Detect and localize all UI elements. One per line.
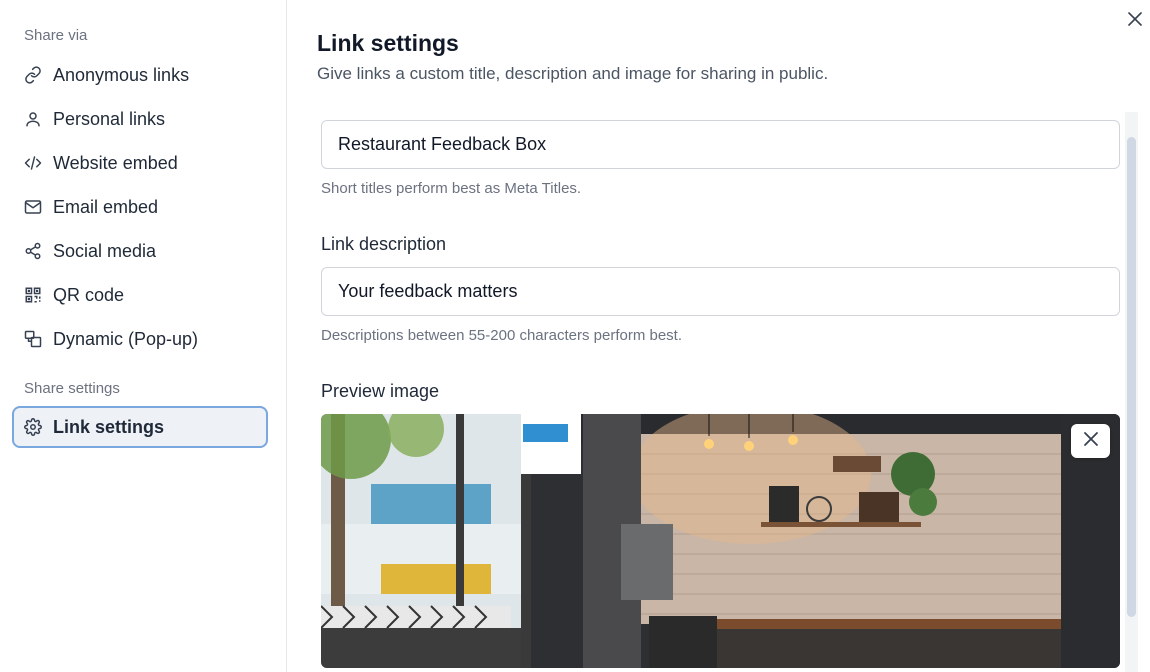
popup-icon (24, 330, 42, 348)
sidebar-item-email-embed[interactable]: Email embed (12, 186, 268, 228)
scrollbar-thumb[interactable] (1127, 137, 1136, 617)
page-subtitle: Give links a custom title, description a… (317, 64, 829, 83)
link-icon (24, 66, 42, 84)
sidebar-item-label: Website embed (53, 152, 178, 173)
user-icon (24, 110, 42, 128)
remove-image-button[interactable] (1071, 424, 1110, 458)
sidebar-item-label: Link settings (53, 416, 165, 437)
mail-icon (24, 198, 42, 216)
share-icon (24, 242, 42, 260)
link-description-hint: Descriptions between 55-200 characters p… (321, 327, 683, 344)
preview-image-label: Preview image (321, 381, 440, 401)
sidebar-item-link-settings[interactable]: Link settings (12, 406, 268, 448)
qr-code-icon (24, 286, 42, 304)
link-settings-panel: Link settings Give links a custom title,… (288, 0, 1150, 672)
sidebar-item-label: Anonymous links (53, 64, 190, 85)
link-title-input[interactable] (321, 120, 1120, 169)
link-title-hint: Short titles perform best as Meta Titles… (321, 180, 582, 197)
link-description-input[interactable] (321, 267, 1120, 316)
sidebar-item-anonymous-links[interactable]: Anonymous links (12, 54, 268, 96)
code-icon (24, 154, 42, 172)
share-sidebar: Share via Anonymous links Personal links… (0, 0, 287, 672)
sidebar-item-label: Personal links (53, 108, 166, 129)
close-icon (1083, 431, 1099, 452)
share-via-heading: Share via (24, 27, 88, 44)
sidebar-item-label: Dynamic (Pop-up) (53, 328, 199, 349)
sidebar-item-label: Social media (53, 240, 157, 261)
preview-image-photo (321, 414, 1120, 668)
sidebar-item-label: QR code (53, 284, 125, 305)
page-title: Link settings (317, 30, 459, 56)
sidebar-item-label: Email embed (53, 196, 159, 217)
sidebar-item-dynamic-popup[interactable]: Dynamic (Pop-up) (12, 318, 268, 360)
preview-image (321, 414, 1120, 668)
close-button[interactable] (1126, 11, 1144, 31)
sidebar-item-social-media[interactable]: Social media (12, 230, 268, 272)
link-description-label: Link description (321, 234, 447, 254)
share-settings-heading: Share settings (24, 380, 120, 397)
close-icon (1128, 11, 1142, 31)
sidebar-item-personal-links[interactable]: Personal links (12, 98, 268, 140)
gear-icon (24, 418, 42, 436)
sidebar-item-website-embed[interactable]: Website embed (12, 142, 268, 184)
sidebar-item-qr-code[interactable]: QR code (12, 274, 268, 316)
